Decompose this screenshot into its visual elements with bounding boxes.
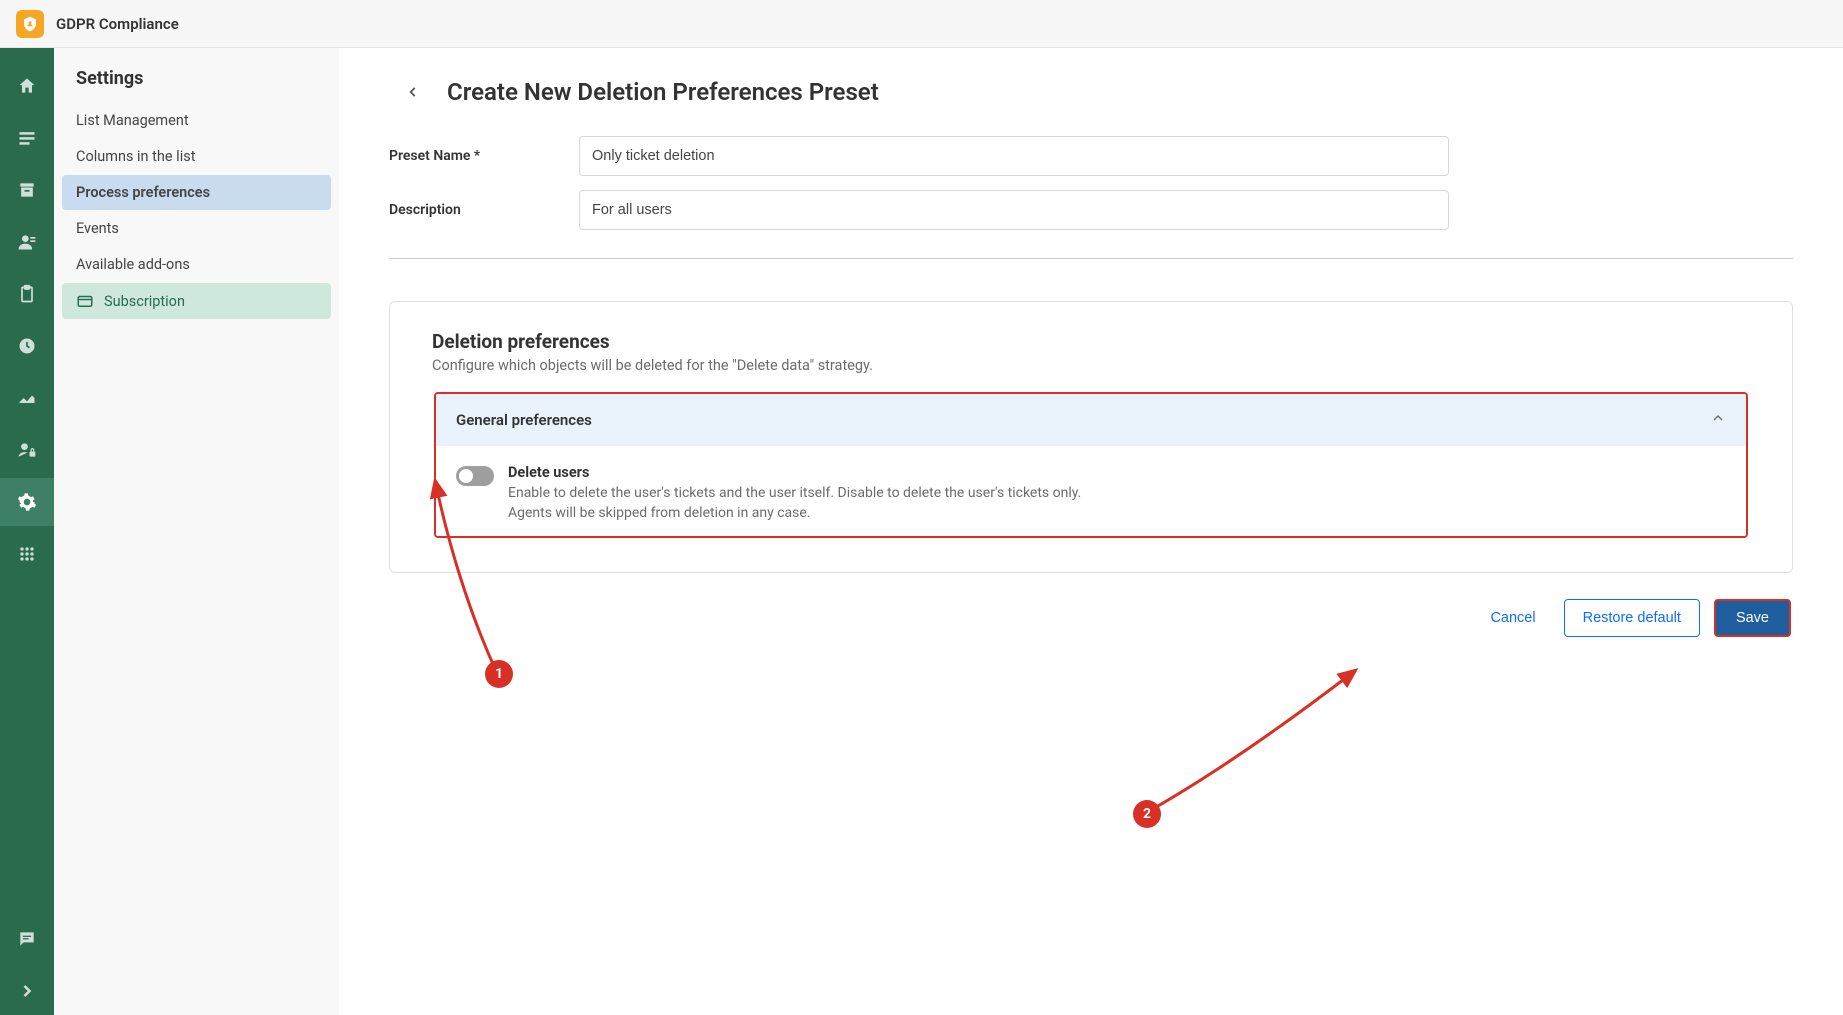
rail-locked-user-icon[interactable] [0,426,54,474]
settings-item-label: Columns in the list [76,148,195,165]
back-button[interactable] [401,80,425,104]
settings-item-label: Process preferences [76,184,210,201]
deletion-preferences-card: Deletion preferences Configure which obj… [389,301,1793,573]
left-rail [0,48,54,1015]
chevron-up-icon [1710,410,1726,430]
settings-item-addons[interactable]: Available add-ons [62,247,331,282]
page-title: Create New Deletion Preferences Preset [447,78,879,106]
app-header: GDPR Compliance [0,0,1843,48]
settings-item-label: Subscription [104,293,185,310]
app-logo-icon [16,10,44,38]
rail-archive-icon[interactable] [0,166,54,214]
annotation-arrow-2 [1131,660,1371,820]
settings-item-columns[interactable]: Columns in the list [62,139,331,174]
description-input[interactable] [579,190,1449,230]
settings-item-subscription[interactable]: Subscription [62,283,331,319]
general-preferences-accordion: General preferences Delete users Enable … [434,392,1748,538]
settings-title: Settings [62,68,331,103]
toggle-text: Delete users Enable to delete the user's… [508,464,1081,524]
accordion-label: General preferences [456,411,592,429]
restore-default-button[interactable]: Restore default [1564,599,1700,637]
badge-number: 2 [1143,806,1151,822]
settings-item-process-preferences[interactable]: Process preferences [62,175,331,210]
rail-user-icon[interactable] [0,218,54,266]
rail-chat-icon[interactable] [0,915,54,963]
action-row: Cancel Restore default Save [389,599,1791,637]
annotation-badge-2: 2 [1133,800,1161,828]
rail-expand-icon[interactable] [0,967,54,1015]
preset-name-label: Preset Name * [389,148,579,164]
settings-item-label: List Management [76,112,189,129]
card-title: Deletion preferences [432,330,1750,353]
settings-item-list-management[interactable]: List Management [62,103,331,138]
accordion-header[interactable]: General preferences [436,394,1746,446]
rail-apps-icon[interactable] [0,530,54,578]
rail-chart-icon[interactable] [0,374,54,422]
rail-home-icon[interactable] [0,62,54,110]
settings-item-label: Events [76,220,119,237]
toggle-desc-line2: Agents will be skipped from deletion in … [508,503,1081,523]
card-subtitle: Configure which objects will be deleted … [432,357,1750,374]
annotation-badge-1: 1 [485,660,513,688]
divider [389,258,1793,259]
toggle-desc-line1: Enable to delete the user's tickets and … [508,483,1081,503]
cancel-button[interactable]: Cancel [1476,600,1549,636]
settings-item-events[interactable]: Events [62,211,331,246]
save-button[interactable]: Save [1714,599,1791,637]
description-label: Description [389,202,579,218]
settings-sidebar: Settings List Management Columns in the … [54,48,339,1015]
delete-users-toggle[interactable] [456,466,494,486]
badge-number: 1 [495,666,503,682]
accordion-body: Delete users Enable to delete the user's… [436,446,1746,536]
rail-list-icon[interactable] [0,114,54,162]
rail-settings-icon[interactable] [0,478,54,526]
card-icon [76,292,94,310]
toggle-title: Delete users [508,464,1081,481]
rail-clock-icon[interactable] [0,322,54,370]
main-content: Create New Deletion Preferences Preset P… [339,48,1843,1015]
app-title: GDPR Compliance [56,15,179,33]
settings-item-label: Available add-ons [76,256,190,273]
rail-clipboard-icon[interactable] [0,270,54,318]
chevron-left-icon [406,85,420,99]
preset-name-input[interactable] [579,136,1449,176]
